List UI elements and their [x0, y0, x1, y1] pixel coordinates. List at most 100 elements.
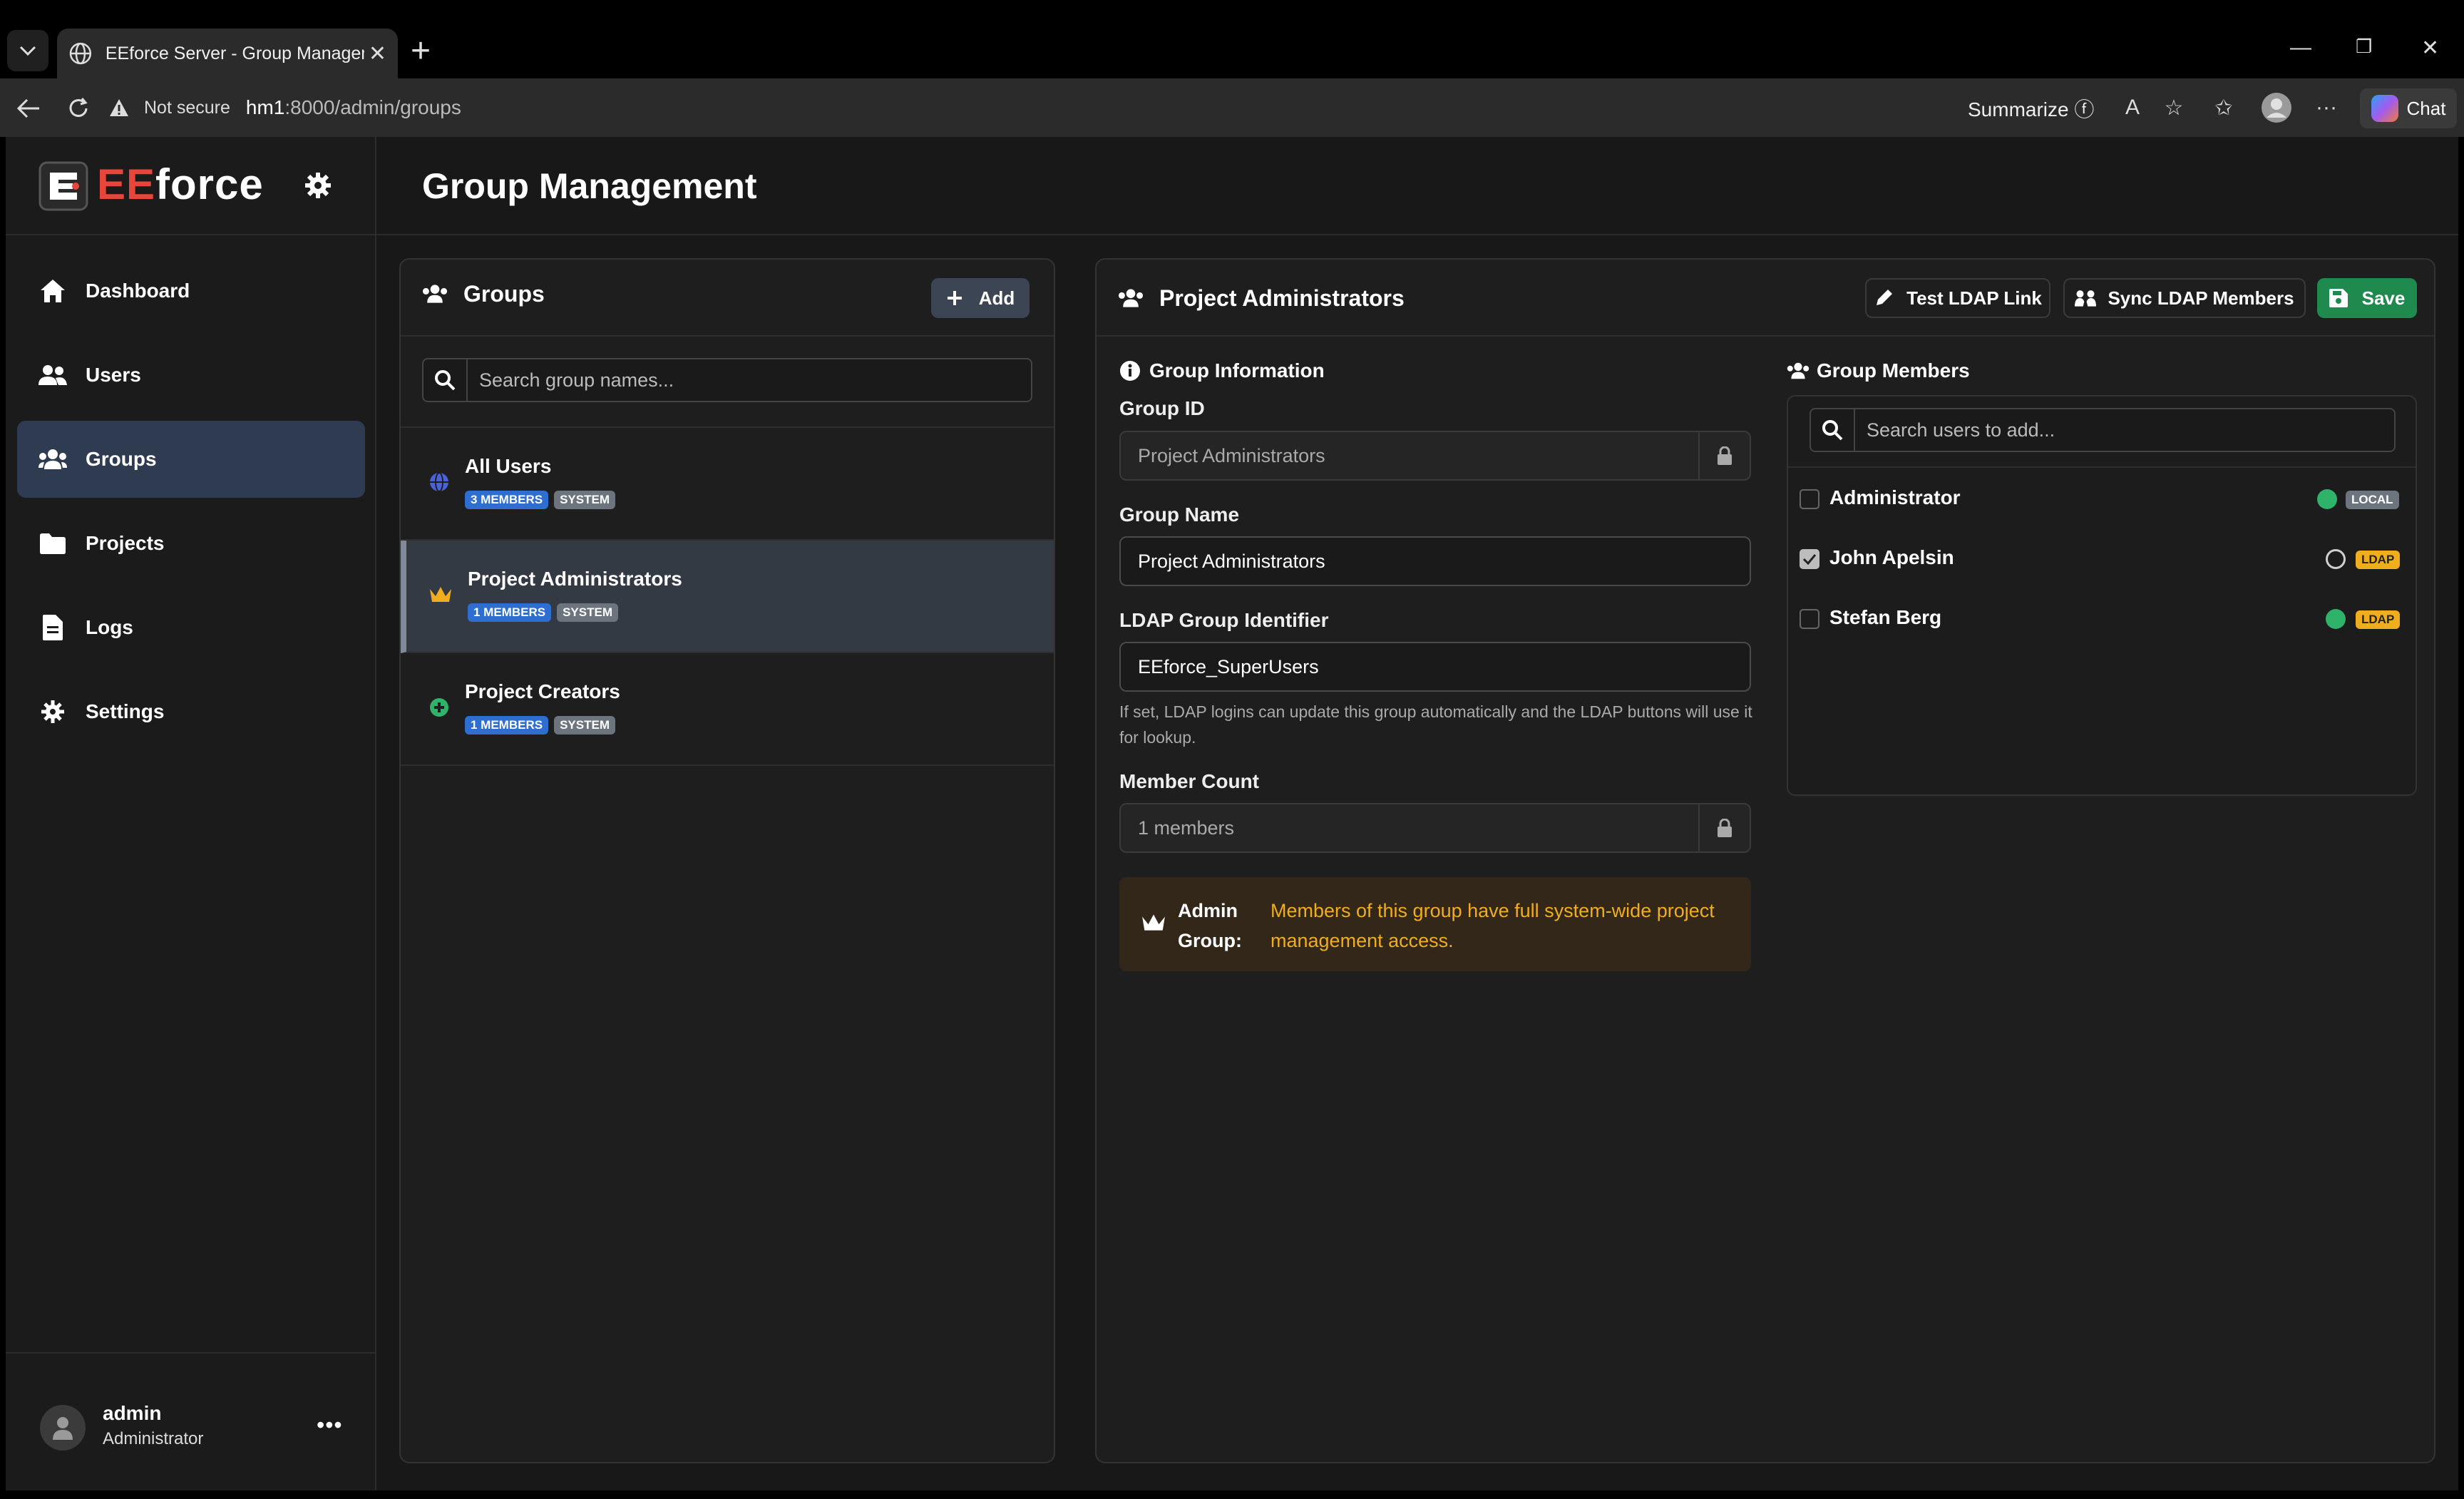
tab-close-icon[interactable]: ✕ [369, 41, 386, 66]
sidebar-item-dashboard[interactable]: Dashboard [17, 252, 365, 329]
detail-title-text: Project Administrators [1159, 285, 1405, 311]
group-badges: 1 MEMBERS SYSTEM [465, 716, 615, 735]
groups-icon [1787, 359, 1809, 382]
more-options-icon[interactable]: ··· [2310, 91, 2343, 124]
member-search-input[interactable] [1855, 409, 2394, 451]
offline-status-icon [2326, 549, 2346, 569]
group-name-field[interactable]: Project Administrators [1119, 536, 1751, 586]
source-badge: LDAP [2356, 610, 2401, 629]
back-icon[interactable] [13, 93, 44, 124]
members-badge: 3 MEMBERS [465, 491, 549, 509]
globe-icon [426, 469, 452, 495]
member-count-field: 1 members [1119, 803, 1751, 853]
read-aloud-icon[interactable]: A [2116, 91, 2149, 124]
ldap-group-identifier-label: LDAP Group Identifier [1119, 609, 1329, 631]
admin-alert-message: Members of this group have full system-w… [1270, 900, 1715, 951]
restore-icon[interactable]: ❐ [2356, 36, 2372, 58]
group-list-item[interactable]: Project Creators 1 MEMBERS SYSTEM [401, 653, 1054, 766]
info-title-text: Group Information [1149, 359, 1325, 382]
brand-name: EEforce [97, 160, 264, 209]
url-bar[interactable]: Not secure hm1:8000/admin/groups [108, 86, 1919, 130]
ldap-help-text: If set, LDAP logins can update this grou… [1119, 702, 1752, 747]
sidebar-item-label: Groups [86, 448, 157, 470]
system-badge: SYSTEM [554, 491, 615, 509]
user-more-menu[interactable]: ••• [317, 1412, 343, 1438]
reload-icon[interactable] [63, 93, 94, 124]
tab-list-button[interactable] [7, 30, 48, 71]
search-icon [423, 359, 468, 401]
pencil-icon [1874, 287, 1895, 309]
chat-label: Chat [2406, 97, 2446, 119]
groups-panel: Groups Add All Users 3 MEMBERS SYSTEM [399, 258, 1055, 1463]
close-window-icon[interactable]: ✕ [2421, 36, 2439, 61]
gear-icon[interactable] [302, 170, 334, 201]
group-badges: 1 MEMBERS SYSTEM [468, 603, 618, 622]
brand-header: EEforce [6, 137, 376, 235]
group-list-item[interactable]: All Users 3 MEMBERS SYSTEM [401, 428, 1054, 541]
group-name-value: Project Administrators [1138, 550, 1325, 572]
search-icon [1811, 409, 1855, 451]
online-status-icon [2317, 489, 2337, 509]
test-ldap-label: Test LDAP Link [1906, 287, 2042, 309]
warning-icon [110, 99, 128, 116]
sync-ldap-members-button[interactable]: Sync LDAP Members [2063, 278, 2306, 318]
app-window: EEforce Dashboard Users Groups Projects … [6, 137, 2458, 1490]
plus-icon [946, 287, 967, 309]
crown-icon [428, 582, 453, 608]
folder-icon [38, 529, 67, 558]
group-id-field: Project Administrators [1119, 431, 1751, 481]
group-id-value: Project Administrators [1138, 444, 1325, 466]
group-detail-panel: Project Administrators Test LDAP Link Sy… [1095, 258, 2435, 1463]
sidebar-item-settings[interactable]: Settings [17, 673, 365, 750]
plus-circle-icon [426, 695, 452, 720]
sidebar-item-users[interactable]: Users [17, 337, 365, 414]
admin-group-alert: Admin Group: Members of this group have … [1119, 877, 1751, 971]
member-checkbox[interactable] [1800, 609, 1819, 629]
avatar[interactable] [40, 1405, 86, 1451]
new-tab-button[interactable]: + [411, 34, 431, 68]
group-search-input[interactable] [468, 359, 1031, 401]
member-checkbox[interactable] [1800, 489, 1819, 509]
favorites-icon[interactable]: ✩ [2207, 91, 2240, 124]
gear-icon [38, 697, 67, 726]
sidebar-item-logs[interactable]: Logs [17, 589, 365, 666]
members-badge: 1 MEMBERS [468, 603, 552, 622]
browser-tab[interactable]: EEforce Server - Group Manageme ✕ [57, 29, 398, 78]
profile-icon[interactable] [2260, 91, 2293, 124]
group-information-title: Group Information [1119, 359, 1325, 382]
user-name: admin [103, 1402, 162, 1424]
save-button[interactable]: Save [2317, 278, 2417, 318]
not-secure-label: Not secure [144, 97, 230, 118]
check-icon [1802, 554, 1817, 565]
groups-icon [1118, 284, 1146, 312]
ldap-group-identifier-field[interactable]: EEforce_SuperUsers [1119, 642, 1751, 692]
favorite-star-icon[interactable]: ☆ [2157, 91, 2190, 124]
group-name: All Users [465, 455, 552, 477]
groups-icon [38, 445, 67, 474]
add-group-button[interactable]: Add [931, 278, 1030, 318]
browser-tab-bar: EEforce Server - Group Manageme ✕ + — ❐ … [0, 0, 2464, 78]
file-icon [38, 613, 67, 642]
member-row: John Apelsin LDAP [1788, 529, 2416, 589]
save-label: Save [2361, 287, 2406, 309]
minimize-icon[interactable]: — [2290, 36, 2311, 60]
online-status-icon [2326, 609, 2346, 629]
groups-title-text: Groups [463, 280, 545, 307]
brand-force: force [155, 160, 264, 208]
url-path: :8000/admin/groups [284, 96, 461, 118]
summarize-button[interactable]: Summarize ⓕ [1968, 94, 2094, 123]
test-ldap-link-button[interactable]: Test LDAP Link [1865, 278, 2050, 318]
globe-icon [69, 42, 92, 65]
group-list-item-selected[interactable]: Project Administrators 1 MEMBERS SYSTEM [401, 541, 1054, 653]
source-badge: LOCAL [2346, 491, 2399, 509]
sidebar-item-groups[interactable]: Groups [17, 421, 365, 498]
lock-icon [1698, 432, 1750, 479]
sidebar-item-projects[interactable]: Projects [17, 505, 365, 582]
groups-panel-title: Groups [422, 280, 545, 308]
member-search [1809, 408, 2396, 452]
copilot-chat-button[interactable]: Chat [2360, 88, 2457, 128]
system-badge: SYSTEM [554, 716, 615, 735]
member-checkbox-checked[interactable] [1800, 549, 1819, 569]
sidebar-item-label: Projects [86, 532, 165, 554]
brand-ee: EE [97, 160, 156, 208]
